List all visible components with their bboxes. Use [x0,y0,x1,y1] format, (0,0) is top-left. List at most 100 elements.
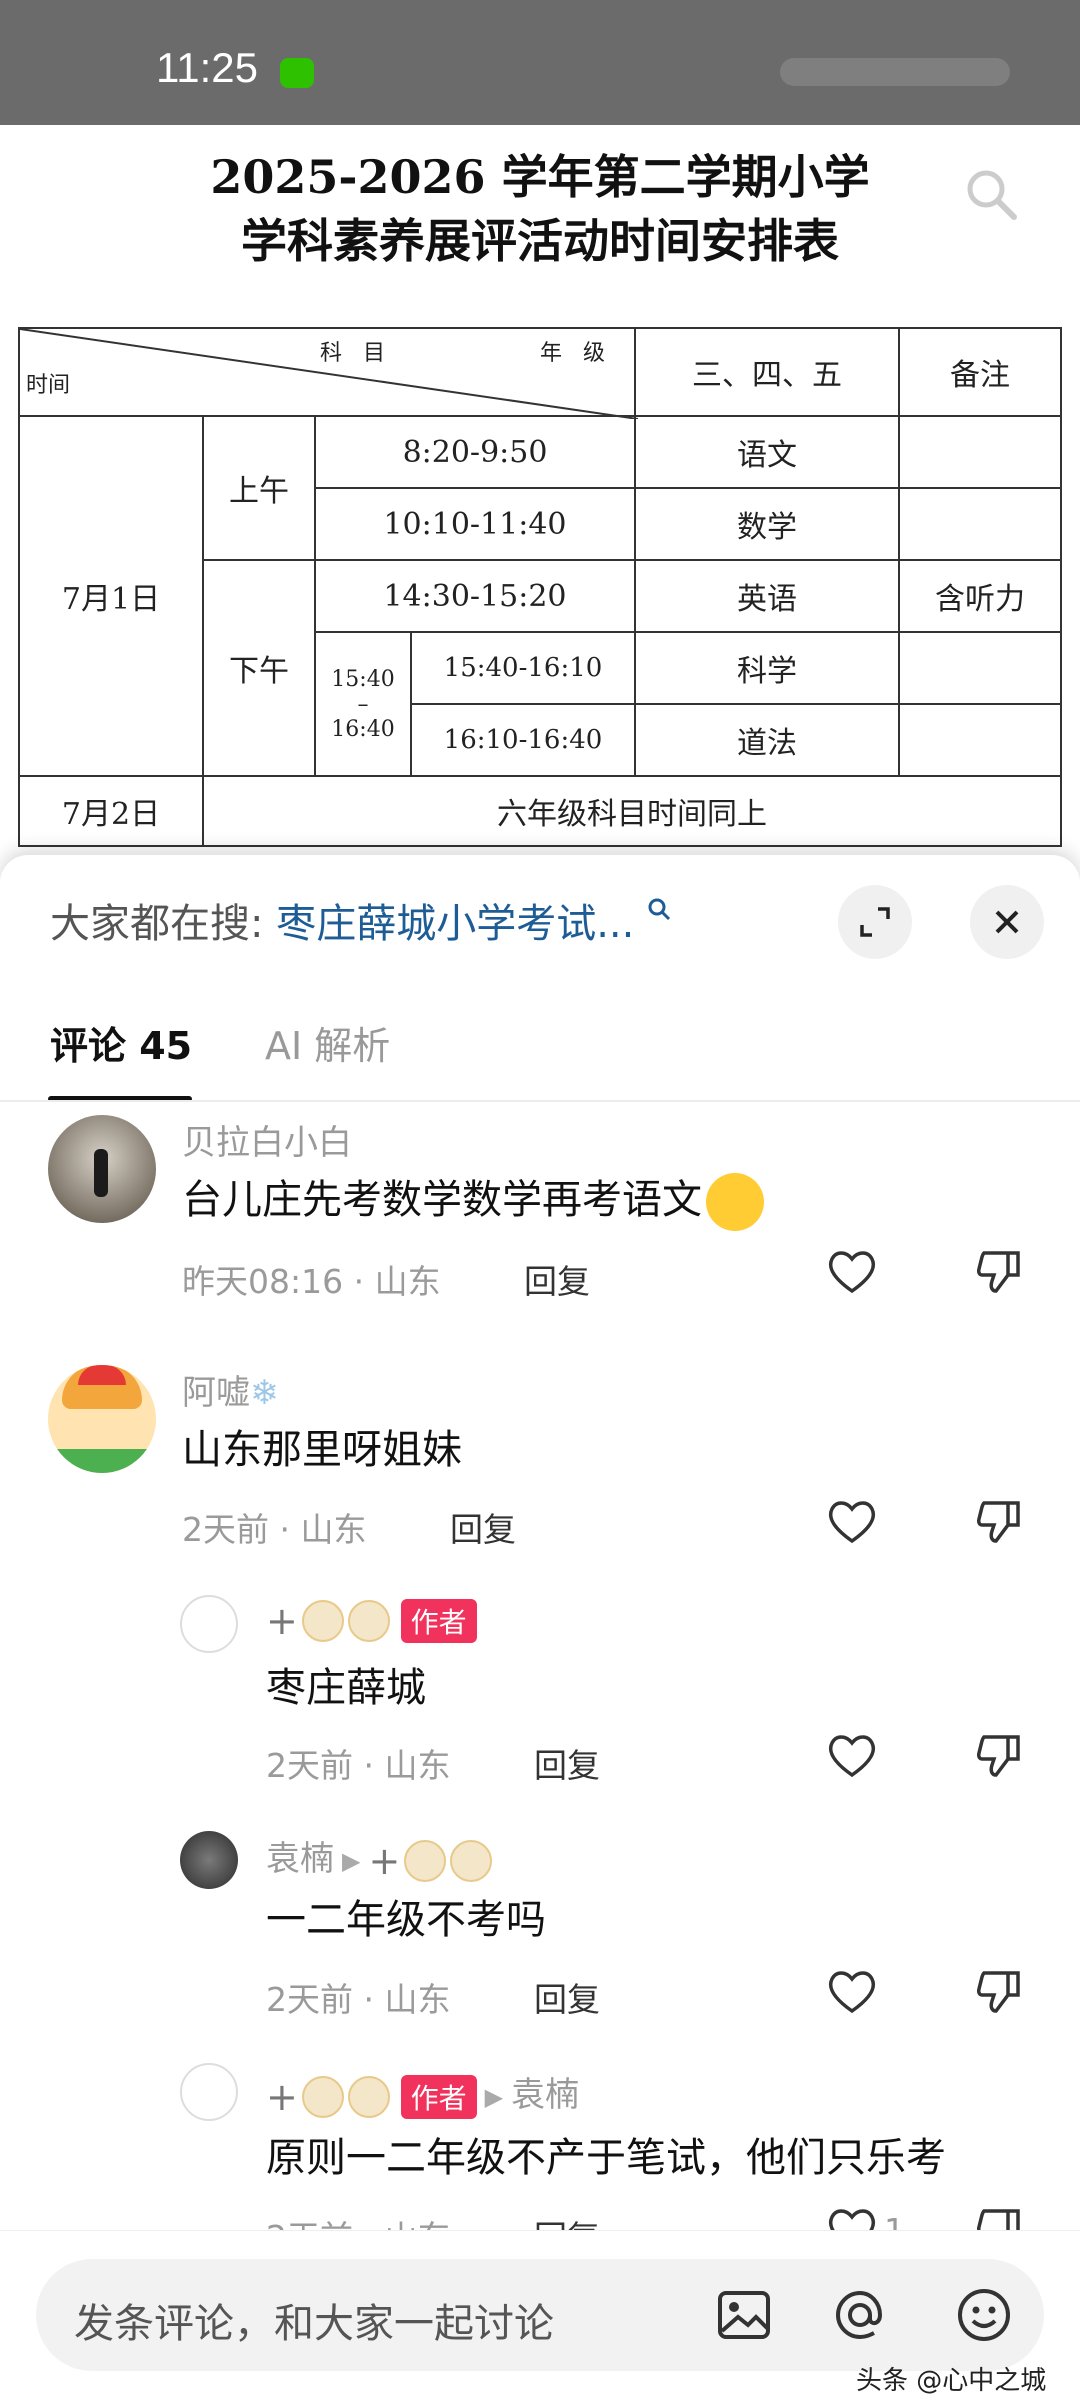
tab-ai-analysis[interactable]: AI 解析 [265,1015,390,1070]
status-bar: 11:25 [0,0,1080,125]
tabs-divider [0,1100,1080,1102]
header-diagonal-cell: 时间 科 目 年 级 [18,327,638,419]
search-query-link[interactable]: 枣庄薛城小学考试... [276,901,634,947]
search-label: 大家都在搜: [50,901,264,947]
row3-note: 含听力 [898,559,1062,633]
expand-icon [860,907,890,937]
comment-time: 2天前 [266,1980,353,2019]
row5-note [898,703,1062,777]
plus-icon: + [266,2074,298,2119]
close-button[interactable] [970,885,1044,959]
comment-location: 山东 [300,1510,367,1549]
plus-icon: + [266,1599,298,1643]
emoji-icon [301,2075,344,2118]
comment-text-content: 台儿庄先考数学数学再考语文 [182,1177,702,1223]
status-time: 11:25 [156,44,258,91]
avatar-shirt [48,1449,156,1473]
header-grade-label: 年 级 [540,341,605,366]
comment-time: 2天前 [266,1746,353,1785]
reply-button[interactable]: 回复 [450,1503,516,1551]
row4-time: 15:40-16:10 [410,631,636,705]
reply-author-line[interactable]: + 作者 ▶ 袁楠 [266,2067,579,2119]
emoji-icon [347,1600,390,1642]
row2-subject: 数学 [634,487,900,561]
comment-location: 山东 [374,1262,441,1301]
dislike-icon[interactable] [974,1731,1026,1779]
subrange-dash: – [357,691,369,717]
avatar-figure [94,1149,108,1197]
morning-cell: 上午 [202,415,316,561]
reply-button[interactable]: 回复 [534,1973,600,2021]
search-icon[interactable] [964,167,1018,221]
reply-author-line[interactable]: + 作者 [266,1599,477,1643]
row2-time: 10:10-11:40 [314,487,636,561]
row1-note [898,415,1062,489]
comment-time: 2天前 [182,1510,269,1549]
comment-author-name: 阿嘘 [182,1373,250,1413]
day2-cell: 7月2日 [18,775,204,847]
tab-comments[interactable]: 评论 45 [50,1015,192,1070]
like-icon[interactable] [826,1247,878,1295]
header-time-label: 时间 [26,373,71,398]
wechat-icon [280,58,314,88]
row5-time: 16:10-16:40 [410,703,636,777]
dislike-icon[interactable] [974,1497,1026,1545]
watermark: 头条 @心中之城 [856,2366,1047,2396]
search-small-icon [648,898,671,921]
comment-text: 枣庄薛城 [266,1665,426,1711]
row3-subject: 英语 [634,559,900,633]
row4-note [898,631,1062,705]
comment-meta: 2天前 · 山东 [182,1510,367,1549]
play-triangle-icon: ▶ [484,2082,504,2111]
reply-to-name[interactable]: 袁楠 [511,2075,579,2115]
emoji-icon [450,1839,493,1882]
comment-location: 山东 [384,1980,451,2019]
author-badge: 作者 [400,2074,477,2119]
mention-icon[interactable] [830,2285,890,2345]
reply-button[interactable]: 回复 [524,1255,590,1303]
afternoon-cell: 下午 [202,559,316,777]
emoji-icon [347,2075,390,2118]
blurred-status-icons [780,58,1010,86]
like-icon[interactable] [826,1497,878,1545]
comment-author[interactable]: 阿嘘❄ [182,1365,279,1414]
avatar[interactable] [180,2063,238,2121]
row1-subject: 语文 [634,415,900,489]
row3-time: 14:30-15:20 [314,559,636,633]
avatar[interactable] [180,1595,238,1653]
author-badge: 作者 [400,1599,477,1643]
comment-sheet: 大家都在搜: 枣庄薛城小学考试... 评论 45 AI 解析 贝拉白小白 台儿庄… [0,855,1080,2400]
comment-time: 昨天08:16 [182,1262,344,1301]
avatar[interactable] [48,1365,156,1473]
like-icon[interactable] [826,1731,878,1779]
dislike-icon[interactable] [974,1967,1026,2015]
row1-time: 8:20-9:50 [314,415,636,489]
subrange-cell: 15:40 – 16:40 [314,631,412,777]
reply-author-line[interactable]: 袁楠 ▶ + [266,1831,493,1883]
comment-location: 山东 [384,1746,451,1785]
subrange-bottom: 16:40 [331,716,395,742]
schedule-table: 时间 科 目 年 级 三、四、五 备注 7月1日 上午 下午 8:20-9:50… [18,327,1062,849]
reply-button[interactable]: 回复 [534,1739,600,1787]
like-icon[interactable] [826,1967,878,2015]
day1-cell: 7月1日 [18,415,204,777]
header-subject-label: 科 目 [320,341,385,366]
search-suggestion[interactable]: 大家都在搜: 枣庄薛城小学考试... [50,891,810,951]
image-icon[interactable] [714,2285,774,2345]
comment-text: 一二年级不考吗 [266,1897,546,1943]
close-icon [995,910,1019,934]
comment-input-placeholder[interactable]: 发条评论，和大家一起讨论 [74,2291,554,2349]
play-triangle-icon: ▶ [342,1846,361,1875]
comment-author[interactable]: 贝拉白小白 [182,1115,352,1164]
dislike-icon[interactable] [974,1247,1026,1295]
emoji-icon [404,1839,447,1882]
doc-title-line2: 学科素养展评活动时间安排表 [241,214,839,268]
avatar[interactable] [180,1831,238,1889]
emoji-picker-icon[interactable] [954,2285,1014,2345]
avatar[interactable] [48,1115,156,1223]
comment-meta: 2天前 · 山东 [266,1980,451,2019]
header-notes: 备注 [898,327,1062,417]
expand-button[interactable] [838,885,912,959]
row4-subject: 科学 [634,631,900,705]
day2-note: 六年级科目时间同上 [202,775,1062,847]
